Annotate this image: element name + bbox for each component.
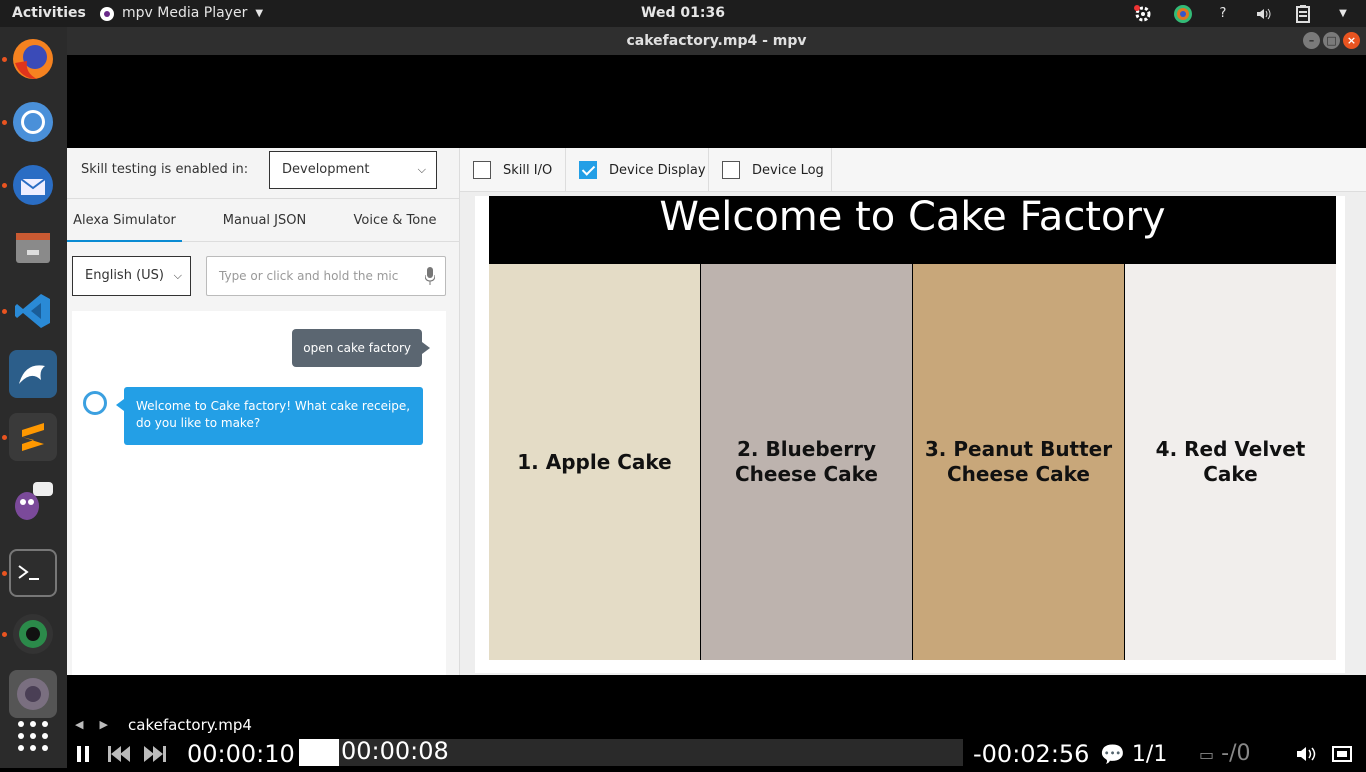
- filename[interactable]: cakefactory.mp4: [128, 716, 252, 734]
- skill-testing-label: Skill testing is enabled in:: [81, 162, 249, 177]
- display-title: Welcome to Cake Factory: [659, 194, 1166, 240]
- utterance-input[interactable]: Type or click and hold the mic: [206, 256, 446, 296]
- thunderbird-icon[interactable]: [9, 161, 57, 209]
- system-menu-caret-icon[interactable]: ▼: [1332, 3, 1354, 25]
- skip-forward-icon[interactable]: [143, 740, 167, 768]
- help-icon[interactable]: ?: [1212, 3, 1234, 25]
- settings-gear-icon[interactable]: [1132, 3, 1154, 25]
- checkbox-unchecked-icon: [722, 161, 740, 179]
- cake-item-1[interactable]: 1. Apple Cake: [489, 264, 700, 660]
- skill-io-checkbox[interactable]: Skill I/O: [460, 148, 566, 192]
- device-display-checkbox[interactable]: Device Display: [566, 148, 709, 192]
- subtitle-icon: ▭: [1199, 745, 1215, 764]
- playlist-indicator[interactable]: 💬 1/1: [1100, 740, 1167, 768]
- maximize-button[interactable]: □: [1323, 32, 1340, 49]
- alexa-ring-icon: [83, 391, 107, 415]
- cache-time: 00:00:08: [341, 737, 449, 765]
- color-globe-icon[interactable]: [1172, 3, 1194, 25]
- device-display-label: Device Display: [609, 162, 706, 178]
- environment-value: Development: [282, 162, 370, 177]
- vscode-icon[interactable]: [9, 287, 57, 335]
- chat-log: open cake factory Welcome to Cake factor…: [72, 311, 446, 675]
- cake-item-2[interactable]: 2. Blueberry Cheese Cake: [701, 264, 912, 660]
- alexa-message: Welcome to Cake factory! What cake recei…: [116, 387, 423, 445]
- checkbox-checked-icon: [579, 161, 597, 179]
- seek-bar[interactable]: 00:00:08: [299, 737, 963, 766]
- simulator-tabs: Alexa Simulator Manual JSON Voice & Tone: [67, 198, 460, 242]
- app-menu[interactable]: mpv Media Player ▼: [100, 0, 263, 27]
- utterance-placeholder: Type or click and hold the mic: [219, 269, 399, 283]
- seek-progress: [299, 739, 339, 766]
- pause-button[interactable]: [75, 740, 91, 768]
- device-log-checkbox[interactable]: Device Log: [709, 148, 832, 192]
- environment-select[interactable]: Development ⌵: [269, 151, 437, 189]
- pidgin-icon[interactable]: [9, 476, 57, 524]
- skip-back-icon[interactable]: [107, 740, 131, 768]
- tab-voice-tone[interactable]: Voice & Tone: [345, 199, 445, 242]
- volume-icon[interactable]: [1295, 740, 1317, 768]
- language-select[interactable]: English (US) ⌵: [72, 256, 191, 296]
- checkbox-unchecked-icon: [473, 161, 491, 179]
- tab-manual-json[interactable]: Manual JSON: [212, 199, 317, 242]
- output-options: Skill I/O Device Display Device Log: [460, 148, 1366, 192]
- window-title: cakefactory.mp4 - mpv: [626, 33, 807, 49]
- app-menu-label: mpv Media Player: [122, 5, 248, 21]
- caret-down-icon: ▼: [255, 8, 264, 19]
- simulator-pane: Skill testing is enabled in: Development…: [67, 148, 460, 675]
- cake-item-4[interactable]: 4. Red Velvet Cake: [1125, 264, 1336, 660]
- files-icon[interactable]: [9, 224, 57, 272]
- speech-bubble-icon: 💬: [1100, 742, 1125, 766]
- cake-item-3[interactable]: 3. Peanut Butter Cheese Cake: [913, 264, 1124, 660]
- dock: [0, 27, 67, 768]
- echo-show-screen: Welcome to Cake Factory 1. Apple Cake 2.…: [489, 196, 1336, 660]
- video-frame-content: Skill testing is enabled in: Development…: [67, 148, 1366, 675]
- sublime-text-icon[interactable]: [9, 413, 57, 461]
- close-button[interactable]: ×: [1343, 32, 1360, 49]
- chevron-down-icon: ⌵: [417, 163, 426, 176]
- top-bar: Activities mpv Media Player ▼ Wed 01:36 …: [0, 0, 1366, 27]
- playlist-nav[interactable]: ◀▶: [75, 718, 124, 731]
- device-display: Welcome to Cake Factory 1. Apple Cake 2.…: [475, 196, 1345, 673]
- device-pane: Skill I/O Device Display Device Log Welc…: [460, 148, 1366, 675]
- microphone-icon[interactable]: [425, 267, 435, 285]
- volume-icon[interactable]: [1252, 3, 1274, 25]
- language-value: English (US): [85, 268, 164, 283]
- playlist-count: 1/1: [1131, 742, 1168, 767]
- device-log-label: Device Log: [752, 162, 824, 178]
- activities-button[interactable]: Activities: [12, 0, 86, 27]
- tab-alexa-simulator[interactable]: Alexa Simulator: [67, 199, 182, 242]
- battery-icon[interactable]: [1292, 3, 1314, 25]
- window-titlebar[interactable]: cakefactory.mp4 - mpv – □ ×: [67, 27, 1366, 55]
- subtitle-track[interactable]: ▭ -/0: [1199, 740, 1250, 768]
- mysql-workbench-icon[interactable]: [9, 350, 57, 398]
- remaining-time[interactable]: -00:02:56: [973, 740, 1089, 768]
- player-controls: ◀▶ cakefactory.mp4 00:00:10 00:00:08 -00…: [67, 710, 1366, 768]
- minimize-button[interactable]: –: [1303, 32, 1320, 49]
- fullscreen-icon[interactable]: [1331, 740, 1353, 768]
- webcam-icon[interactable]: [9, 610, 57, 658]
- chevron-down-icon: ⌵: [173, 269, 182, 282]
- elapsed-time[interactable]: 00:00:10: [187, 740, 295, 768]
- terminal-icon[interactable]: [9, 549, 57, 597]
- chromium-icon[interactable]: [9, 98, 57, 146]
- video-area[interactable]: Skill testing is enabled in: Development…: [67, 55, 1366, 768]
- show-applications-icon[interactable]: [9, 712, 57, 760]
- mpv-icon: [100, 6, 114, 21]
- system-tray[interactable]: ? ▼: [1132, 0, 1354, 27]
- skill-io-label: Skill I/O: [503, 162, 553, 178]
- mpv-icon[interactable]: [9, 670, 57, 718]
- subtitle-count: -/0: [1221, 741, 1251, 766]
- firefox-icon[interactable]: [9, 35, 57, 83]
- user-message: open cake factory: [292, 329, 430, 367]
